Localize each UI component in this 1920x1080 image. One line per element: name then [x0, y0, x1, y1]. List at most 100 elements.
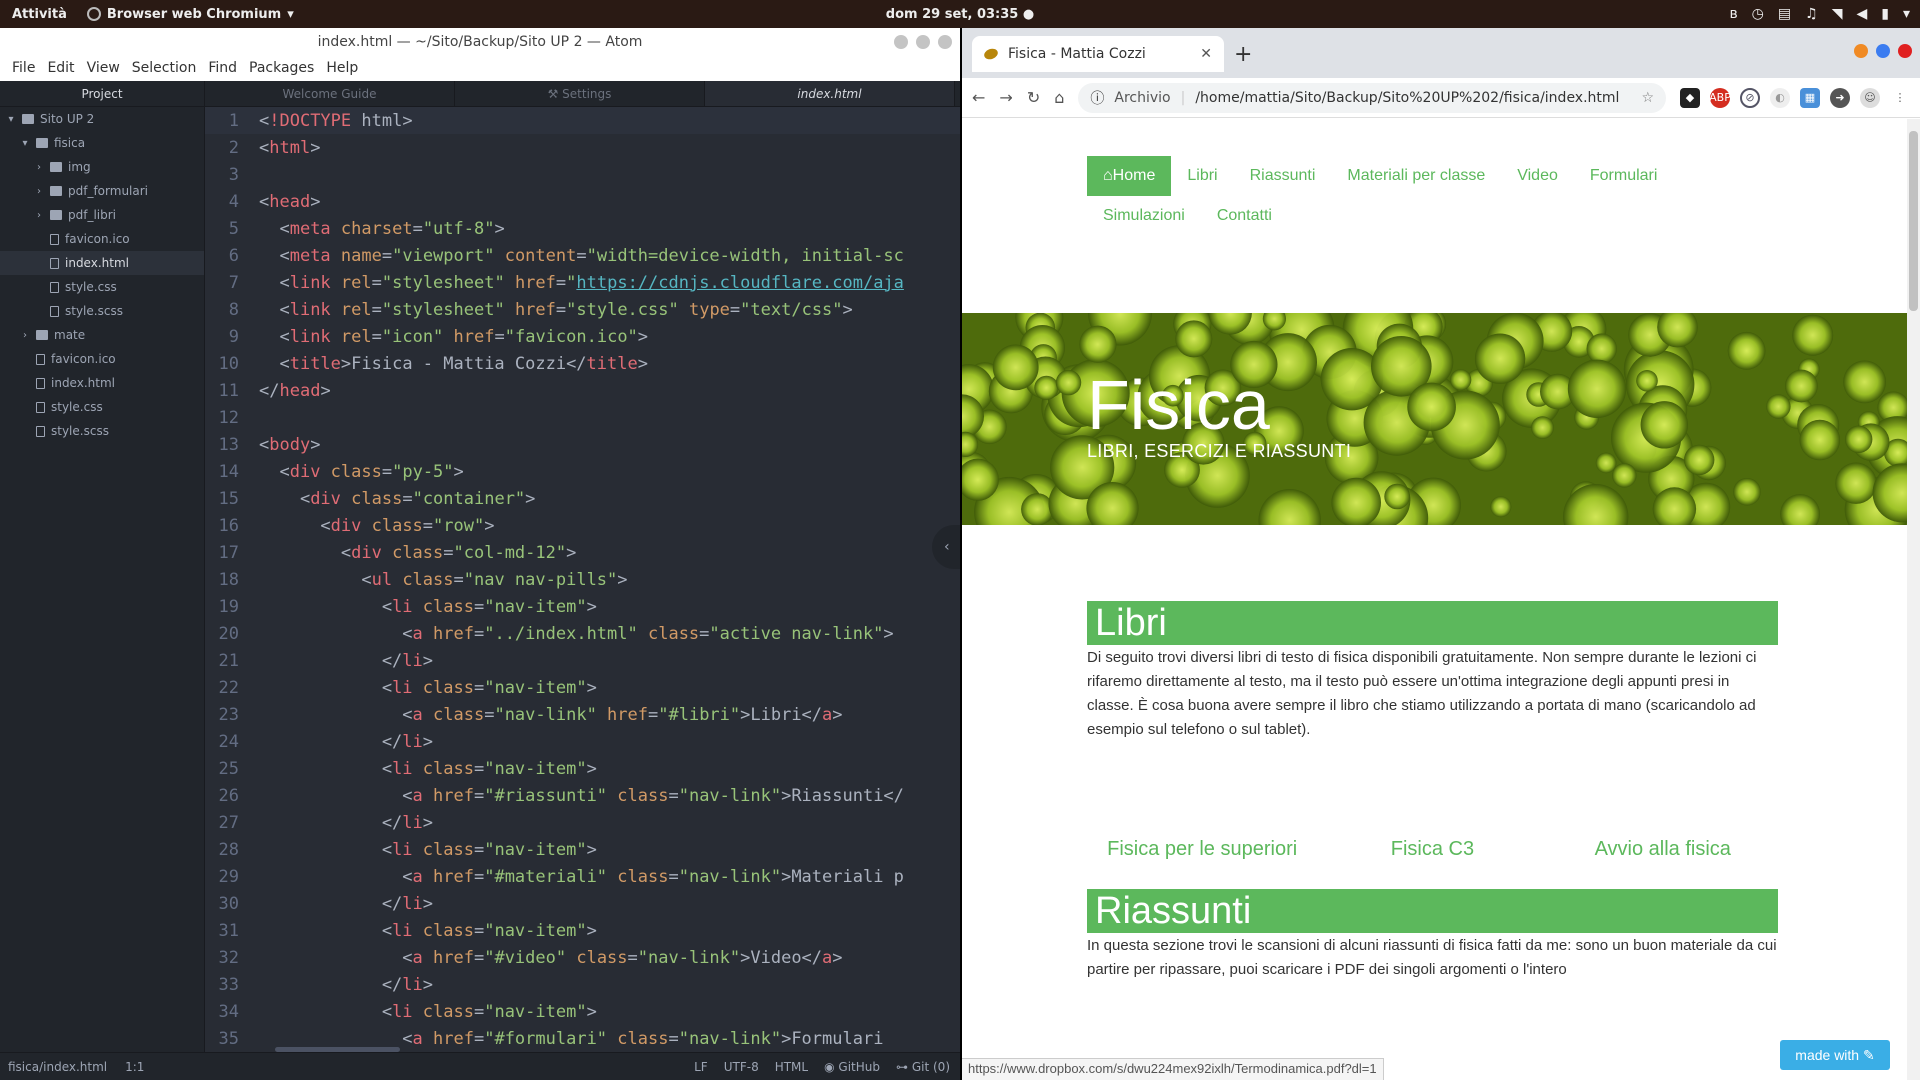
maximize-button[interactable] — [916, 34, 930, 49]
menu-view[interactable]: View — [81, 60, 126, 76]
block-icon[interactable]: ⊘ — [1740, 87, 1760, 108]
forward-icon[interactable]: → — [999, 88, 1012, 107]
made-with-badge[interactable]: made with ✎ — [1780, 1040, 1890, 1070]
tree-file[interactable]: style.css — [0, 395, 204, 419]
github-button[interactable]: ◉ GitHub — [824, 1060, 880, 1074]
volume-icon[interactable]: ◀ — [1856, 6, 1867, 22]
close-button[interactable] — [938, 34, 952, 49]
bing-icon[interactable]: ʙ — [1730, 6, 1738, 22]
maximize-button[interactable] — [1876, 44, 1890, 58]
tree-file[interactable]: style.scss — [0, 419, 204, 443]
tree-folder[interactable]: › mate — [0, 323, 204, 347]
code-text: <li class="nav-item"> — [259, 839, 597, 860]
menu-icon[interactable]: ⋮ — [1890, 88, 1910, 108]
page-viewport[interactable]: ⌂ Home Libri Riassunti Materiali per classe… — [962, 119, 1907, 1080]
code-text: </li> — [259, 974, 434, 995]
tree-file[interactable]: style.css — [0, 275, 204, 299]
file-icon — [50, 281, 59, 293]
tree-file[interactable]: style.scss — [0, 299, 204, 323]
menu-selection[interactable]: Selection — [126, 60, 203, 76]
close-button[interactable] — [1898, 44, 1912, 58]
github-label: GitHub — [838, 1059, 881, 1074]
nav-label: Video — [1517, 167, 1558, 184]
code-editor[interactable]: 1 <!DOCTYPE html> 2 <html> 3 4 <head> 5 <meta c… — [205, 107, 960, 1052]
info-icon[interactable]: ⓘ — [1090, 88, 1104, 108]
tree-file[interactable]: index.html — [0, 371, 204, 395]
tree-folder[interactable]: › pdf_libri — [0, 203, 204, 227]
new-tab-button[interactable]: + — [1234, 42, 1252, 67]
clock-icon[interactable]: ◷ — [1752, 6, 1764, 22]
music-icon[interactable]: ♫ — [1805, 6, 1818, 22]
pen-icon: ✎ — [1862, 1046, 1875, 1063]
page-scrollbar[interactable] — [1907, 119, 1920, 1080]
nav-link-formulari[interactable]: Formulari — [1574, 156, 1674, 196]
tree-folder[interactable]: › img — [0, 155, 204, 179]
menu-help[interactable]: Help — [320, 60, 364, 76]
tree-file[interactable]: index.html — [0, 251, 204, 275]
extension-6-icon[interactable]: ➜ — [1830, 87, 1850, 108]
nav-link-riassunti[interactable]: Riassunti — [1234, 156, 1332, 196]
editor-tab[interactable]: ⚒ Settings — [455, 81, 705, 106]
browser-tab[interactable]: Fisica - Mattia Cozzi ✕ — [972, 36, 1224, 72]
book-link[interactable]: Avvio alla fisica — [1548, 834, 1778, 864]
code-text: <title>Fisica - Mattia Cozzi</title> — [259, 353, 648, 374]
wifi-icon[interactable]: ◥ — [1832, 6, 1843, 22]
menu-file[interactable]: File — [6, 60, 41, 76]
tree-folder[interactable]: ▾ Sito UP 2 — [0, 107, 204, 131]
grammar[interactable]: HTML — [775, 1060, 808, 1074]
tree-label: fisica — [54, 136, 86, 150]
editor-tab[interactable]: index.html — [705, 81, 955, 106]
git-button[interactable]: ⊶ Git (0) — [896, 1060, 950, 1074]
line-number: 25 — [218, 758, 239, 779]
nav-link-home[interactable]: ⌂ Home — [1087, 156, 1172, 196]
tree-header[interactable]: Project — [0, 81, 204, 107]
line-number: 34 — [218, 1001, 239, 1022]
bookmark-star-icon[interactable]: ☆ — [1641, 90, 1654, 106]
file-icon — [36, 377, 45, 389]
adblock-icon[interactable]: ABP — [1709, 87, 1731, 108]
code-line: 34 <li class="nav-item"> — [205, 998, 960, 1025]
nav-link-video[interactable]: Video — [1501, 156, 1574, 196]
menu-find[interactable]: Find — [202, 60, 243, 76]
cursor-position[interactable]: 1:1 — [125, 1060, 144, 1074]
tree-folder[interactable]: ▾ fisica — [0, 131, 204, 155]
line-ending[interactable]: LF — [694, 1060, 708, 1074]
extension-1-icon[interactable]: ◆ — [1680, 87, 1700, 108]
clipboard-icon[interactable]: ▤ — [1778, 6, 1791, 22]
tree-folder[interactable]: › pdf_formulari — [0, 179, 204, 203]
nav-link-contatti[interactable]: Contatti — [1201, 196, 1288, 236]
activities-button[interactable]: Attività — [0, 7, 79, 22]
book-link[interactable]: Fisica C3 — [1317, 834, 1547, 864]
encoding[interactable]: UTF-8 — [724, 1060, 759, 1074]
code-line: 8 <link rel="stylesheet" href="style.css… — [205, 296, 960, 323]
atom-titlebar[interactable]: index.html — ~/Sito/Backup/Sito UP 2 — A… — [0, 28, 960, 55]
tab-close-icon[interactable]: ✕ — [1200, 46, 1212, 62]
menu-edit[interactable]: Edit — [41, 60, 80, 76]
nav-link-libri[interactable]: Libri — [1171, 156, 1233, 196]
extension-5-icon[interactable]: ▦ — [1800, 87, 1820, 108]
clock[interactable]: dom 29 set, 03:35 ● — [886, 7, 1034, 22]
book-link[interactable]: Fisica per le superiori — [1087, 834, 1317, 864]
nav-link-simulazioni[interactable]: Simulazioni — [1087, 196, 1201, 236]
scrollbar-thumb[interactable] — [1909, 131, 1918, 311]
nav-link-materiali-per-classe[interactable]: Materiali per classe — [1331, 156, 1501, 196]
home-icon[interactable]: ⌂ — [1054, 88, 1064, 107]
file-path[interactable]: fisica/index.html — [8, 1060, 107, 1074]
app-menu[interactable]: Browser web Chromium ▾ — [79, 7, 294, 22]
back-icon[interactable]: ← — [972, 88, 985, 107]
menu-packages[interactable]: Packages — [243, 60, 320, 76]
reload-icon[interactable]: ↻ — [1027, 88, 1040, 107]
system-tray[interactable]: ʙ ◷ ▤ ♫ ◥ ◀ ▮ ▾ — [1730, 6, 1910, 22]
minimize-button[interactable] — [894, 34, 908, 49]
tab-title: Fisica - Mattia Cozzi — [1008, 46, 1146, 62]
battery-icon[interactable]: ▮ — [1881, 6, 1889, 22]
tree-file[interactable]: favicon.ico — [0, 227, 204, 251]
line-number: 24 — [218, 731, 239, 752]
profile-icon[interactable]: ☺ — [1860, 87, 1880, 108]
extension-4-icon[interactable]: ◐ — [1770, 87, 1790, 108]
tree-file[interactable]: favicon.ico — [0, 347, 204, 371]
address-bar[interactable]: ⓘ Archivio | /home/mattia/Sito/Backup/Si… — [1078, 82, 1666, 113]
power-menu-icon[interactable]: ▾ — [1903, 6, 1910, 22]
minimize-button[interactable] — [1854, 44, 1868, 58]
editor-tab[interactable]: Welcome Guide — [205, 81, 455, 106]
